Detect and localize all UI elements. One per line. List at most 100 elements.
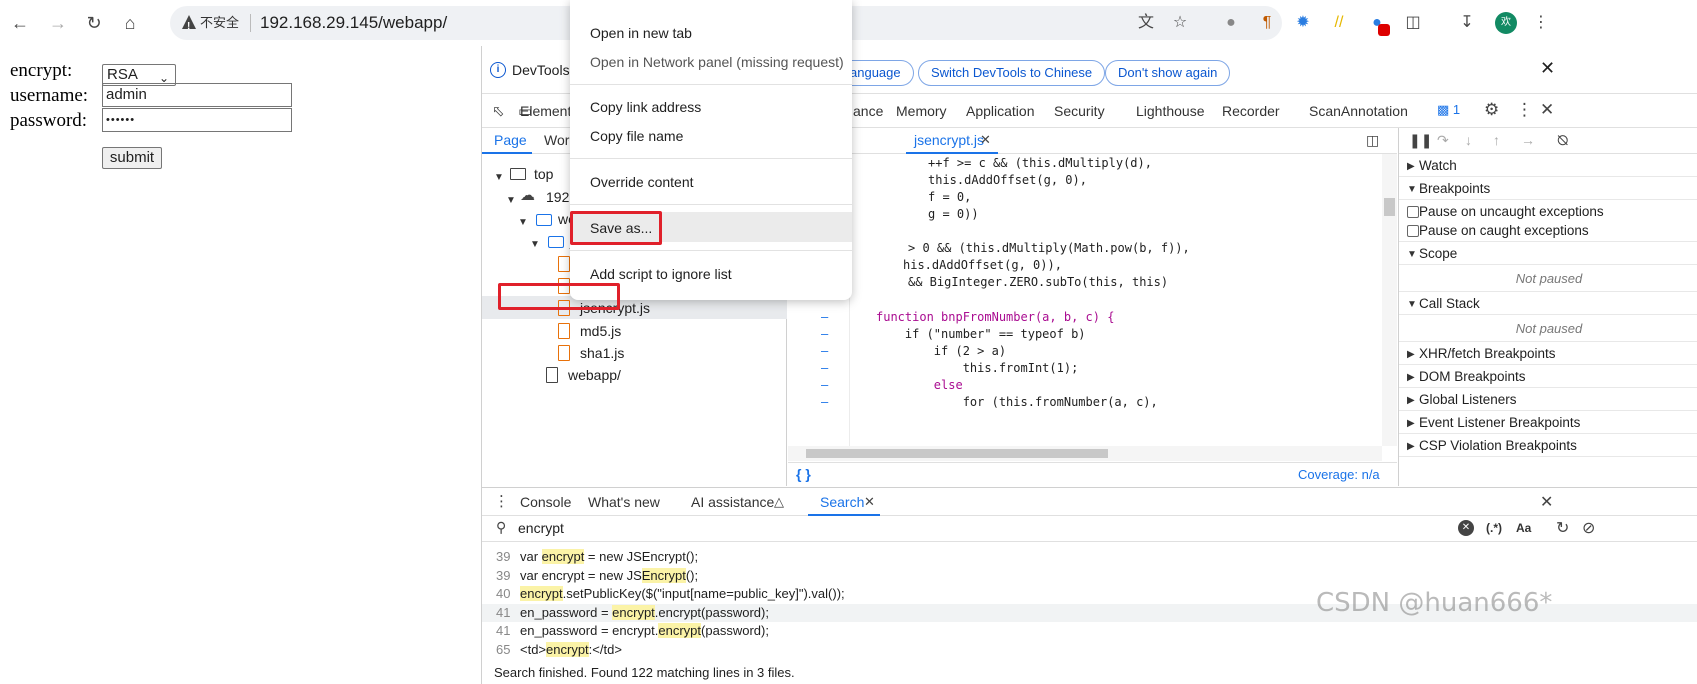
menu-copy-file-name[interactable]: Copy file name xyxy=(590,128,683,144)
refresh-icon[interactable]: ↻ xyxy=(1556,518,1569,538)
call-stack-label: Call Stack xyxy=(1419,296,1480,311)
clear-search-icon[interactable]: ✕ xyxy=(1458,520,1474,536)
search-input[interactable]: encrypt xyxy=(518,520,564,536)
inspect-element-icon[interactable]: ⬁ xyxy=(492,102,505,120)
tab-security[interactable]: Security xyxy=(1054,103,1105,119)
event-listener-breakpoints-section[interactable]: ▶ Event Listener Breakpoints xyxy=(1399,412,1697,434)
url-text[interactable]: 192.168.29.145/webapp/ xyxy=(260,12,447,34)
cloud-icon: ☁ xyxy=(520,187,535,204)
tab-performance[interactable]: ance xyxy=(853,103,883,119)
global-listeners-section[interactable]: ▶ Global Listeners xyxy=(1399,389,1697,411)
pretty-print-icon[interactable]: { } xyxy=(796,466,811,482)
pause-icon[interactable]: ❚❚ xyxy=(1409,132,1432,149)
menu-copy-link-address[interactable]: Copy link address xyxy=(590,99,701,115)
tab-page[interactable]: Page xyxy=(482,128,532,154)
extension-globe-icon[interactable]: ● xyxy=(1220,12,1242,34)
switch-chinese-button[interactable]: Switch DevTools to Chinese xyxy=(918,60,1106,86)
tab-recorder[interactable]: Recorder xyxy=(1222,103,1280,119)
step-out-icon[interactable]: ↑ xyxy=(1493,132,1500,148)
h-scrollbar-thumb[interactable] xyxy=(806,449,1108,458)
step-icon[interactable]: → xyxy=(1521,132,1535,148)
coverage-link[interactable]: Coverage: n/a xyxy=(1298,467,1380,482)
pause-uncaught-checkbox[interactable] xyxy=(1407,206,1419,218)
csp-breakpoints-section[interactable]: ▶ CSP Violation Breakpoints xyxy=(1399,435,1697,457)
toggle-sidebar-icon[interactable]: ◫ xyxy=(1366,132,1379,149)
not-secure-chip[interactable]: 不安全 xyxy=(182,13,239,37)
search-result-line[interactable]: 65 <td>encrypt:</td> xyxy=(482,641,1697,660)
translate-icon[interactable]: 文 xyxy=(1135,12,1157,34)
collapsed-triangle-icon: ▶ xyxy=(1407,372,1415,383)
drawer-menu-icon[interactable]: ⋮ xyxy=(494,492,509,510)
step-into-icon[interactable]: ↓ xyxy=(1465,132,1472,148)
result-line-number: 39 xyxy=(496,549,511,564)
deactivate-breakpoints-icon[interactable]: ⦰ xyxy=(1557,132,1568,149)
case-sensitive-toggle[interactable]: Aa xyxy=(1516,521,1531,535)
drawer-tab-whats-new[interactable]: What's new xyxy=(588,494,660,510)
scope-section[interactable]: ▼ Scope xyxy=(1399,243,1697,265)
close-drawer-icon[interactable]: ✕ xyxy=(1540,492,1553,512)
step-over-icon[interactable]: ↷ xyxy=(1437,132,1449,149)
bookmark-star-icon[interactable]: ☆ xyxy=(1169,12,1191,34)
pause-caught-checkbox[interactable] xyxy=(1407,225,1419,237)
home-icon[interactable]: ⌂ xyxy=(118,11,142,35)
close-tab-icon[interactable]: ✕ xyxy=(980,132,991,148)
code-line: else xyxy=(876,378,963,392)
password-input[interactable]: •••••• xyxy=(102,108,292,132)
back-arrow-icon[interactable]: ← xyxy=(8,11,32,35)
vertical-scrollbar[interactable] xyxy=(1382,154,1397,446)
editor-tab-jsencrypt[interactable]: jsencrypt.js ✕ xyxy=(906,128,998,154)
puzzle-extensions-icon[interactable]: ◫ xyxy=(1402,12,1424,34)
tab-memory[interactable]: Memory xyxy=(896,103,947,119)
scrollbar-thumb[interactable] xyxy=(1384,198,1395,216)
xhr-label: XHR/fetch Breakpoints xyxy=(1419,346,1556,361)
menu-override-content[interactable]: Override content xyxy=(590,174,694,190)
extension-paragraph-icon[interactable]: ¶ xyxy=(1256,12,1278,34)
extension-gear-icon[interactable]: ✹ xyxy=(1292,12,1314,34)
regex-toggle[interactable]: (.*) xyxy=(1486,521,1502,535)
dom-breakpoints-section[interactable]: ▶ DOM Breakpoints xyxy=(1399,366,1697,388)
devtools-menu-icon[interactable]: ⋮ xyxy=(1516,100,1533,120)
event-label: Event Listener Breakpoints xyxy=(1419,415,1581,430)
code-area[interactable]: ++f >= c && (this.dMultiply(d), this.dAd… xyxy=(788,154,1397,446)
menu-open-new-tab[interactable]: Open in new tab xyxy=(590,25,692,41)
extension-notification-badge xyxy=(1378,24,1390,36)
tab-application[interactable]: Application xyxy=(966,103,1035,119)
xhr-breakpoints-section[interactable]: ▶ XHR/fetch Breakpoints xyxy=(1399,343,1697,365)
close-devtools-icon[interactable]: ✕ xyxy=(1540,100,1554,120)
menu-add-ignore-list[interactable]: Add script to ignore list xyxy=(590,266,732,282)
search-result-line[interactable]: 39 var encrypt = new JSEncrypt(); xyxy=(482,548,1697,567)
reload-icon[interactable]: ↻ xyxy=(82,11,106,35)
profile-avatar[interactable]: 欢 xyxy=(1495,12,1517,34)
menu-open-network-panel[interactable]: Open in Network panel (missing request) xyxy=(590,54,844,70)
tab-lighthouse[interactable]: Lighthouse xyxy=(1136,103,1205,119)
tab-page-label: Page xyxy=(494,132,527,148)
watch-section[interactable]: ▶ Watch xyxy=(1399,155,1697,177)
submit-button[interactable]: submit xyxy=(102,147,162,169)
search-result-line[interactable]: 41 en_password = encrypt.encrypt(passwor… xyxy=(482,622,1697,641)
search-result-line[interactable]: 39 var encrypt = new JSEncrypt(); xyxy=(482,567,1697,586)
download-icon[interactable]: ↧ xyxy=(1456,12,1478,34)
horizontal-scrollbar[interactable] xyxy=(788,446,1382,461)
close-search-tab-icon[interactable]: ✕ xyxy=(864,494,875,510)
search-bar: ⚲ encrypt ✕ (.*) Aa ↻ ⊘ xyxy=(482,516,1697,542)
breakpoints-section[interactable]: ▼ Breakpoints xyxy=(1399,178,1697,200)
settings-gear-icon[interactable]: ⚙ xyxy=(1484,100,1499,120)
result-text: var encrypt = new JSEncrypt(); xyxy=(520,549,699,564)
drawer-tab-ai-assistance[interactable]: AI assistance xyxy=(691,494,774,510)
folder-icon xyxy=(536,214,552,226)
drawer-tab-console[interactable]: Console xyxy=(520,494,571,510)
issues-counter[interactable]: ▩ 1 xyxy=(1437,102,1460,118)
clear-results-icon[interactable]: ⊘ xyxy=(1582,518,1595,538)
menu-separator xyxy=(570,158,852,159)
forward-arrow-icon[interactable]: → xyxy=(46,11,70,35)
close-infobar-icon[interactable]: ✕ xyxy=(1540,58,1555,79)
kebab-menu-icon[interactable]: ⋮ xyxy=(1530,12,1552,34)
username-input[interactable]: admin xyxy=(102,83,292,107)
extension-stripes-icon[interactable]: // xyxy=(1328,12,1350,34)
tab-scanannotation[interactable]: ScanAnnotation xyxy=(1309,103,1408,119)
code-line: f = 0, xyxy=(928,190,972,204)
drawer-tab-search[interactable]: Search ✕ xyxy=(808,488,880,516)
call-stack-section[interactable]: ▼ Call Stack xyxy=(1399,293,1697,315)
pause-caught-row[interactable]: Pause on caught exceptions xyxy=(1399,220,1697,242)
dont-show-again-button[interactable]: Don't show again xyxy=(1105,60,1231,86)
